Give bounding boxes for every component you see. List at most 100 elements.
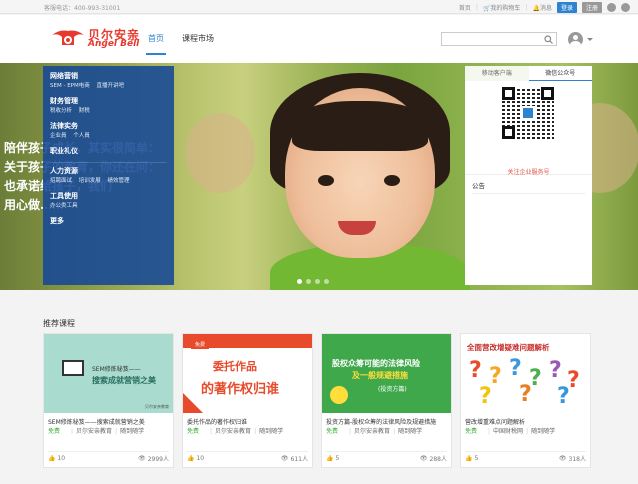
qr-code-icon xyxy=(502,87,554,139)
category-title[interactable]: 人力资源 xyxy=(50,166,167,177)
thumb-line: 委托作品 xyxy=(213,360,257,373)
category-subs: 税收分析 财税 xyxy=(50,107,167,116)
nav-course-market[interactable]: 课程市场 xyxy=(182,15,214,63)
thumb-free-tag: 免费 xyxy=(191,340,210,349)
course-card[interactable]: 全面营改增疑难问题解析 ? ? ? ? ? ? ? ? ? 营改增重难点问题解析… xyxy=(460,333,591,468)
category-title[interactable]: 法律实务 xyxy=(50,121,167,132)
bell-icon: 🔔 xyxy=(532,5,540,12)
course-stats: 👍 5 👁 318人 xyxy=(465,451,586,463)
category-group: 更多 xyxy=(50,216,167,227)
section-title: 推荐课程 xyxy=(43,319,75,328)
divider xyxy=(50,162,167,163)
question-mark-icon: ? xyxy=(509,356,522,381)
category-group: 法律实务 企业員 个人員 xyxy=(50,121,167,141)
learners-count-wrap: 👁 611人 xyxy=(281,454,308,463)
course-provider: 贝尔安亲教育 xyxy=(215,428,252,435)
wechat-icon[interactable] xyxy=(621,3,630,12)
course-card[interactable]: 股权众筹可能的法律风险 及一般规避措施 (投资方篇) 投资方篇-股权众筹的法律风… xyxy=(321,333,452,468)
cart-link[interactable]: 🛒我的购物车 xyxy=(483,3,521,12)
category-subs: 企业員 个人員 xyxy=(50,132,167,141)
login-button[interactable]: 登录 xyxy=(556,2,577,13)
category-group: 网络营销 SEM - EPM电商 直播开讲吧 xyxy=(50,71,167,91)
right-info-panel: 移动客户端 微信公众号 关注企业服务号 公告 xyxy=(465,66,592,285)
course-title[interactable]: 投资方篇-股权众筹的法律风险及规避措施 xyxy=(322,418,451,427)
topbar-home-link[interactable]: 首页 xyxy=(459,3,471,12)
question-mark-icon: ? xyxy=(557,384,570,409)
learners-count: 318人 xyxy=(568,456,586,463)
carousel-dot[interactable] xyxy=(306,279,311,284)
category-more[interactable]: 更多 xyxy=(50,216,167,227)
tab-mobile-client[interactable]: 移动客户端 xyxy=(465,66,529,81)
course-mode: 随到随学 xyxy=(120,428,145,435)
messages-link[interactable]: 🔔消息 xyxy=(532,3,552,12)
likes-count: 5 xyxy=(335,455,340,462)
thumbs-up-icon: 👍 xyxy=(48,455,56,462)
course-list: SEM修炼秘笈—— 搜索成就营销之美 贝尔安亲教育 SEM修炼秘笈——搜索成就营… xyxy=(43,333,591,468)
category-sub-item[interactable]: SEM - EPM电商 xyxy=(50,83,90,89)
search-input[interactable] xyxy=(442,33,542,45)
thumb-line: 搜索成就营销之美 xyxy=(92,376,156,385)
learners-count-wrap: 👁 318人 xyxy=(559,454,586,463)
carousel-dot[interactable] xyxy=(315,279,320,284)
thumbs-up-icon: 👍 xyxy=(326,455,334,462)
site-logo[interactable]: 贝尔安亲 Angel Bell xyxy=(50,25,150,51)
cart-label: 我的购物车 xyxy=(490,5,521,12)
course-card[interactable]: 免费 委托作品 的著作权归谁 委托作品的著作权归谁 免费 | 贝尔安亲教育 | 随到随学… xyxy=(182,333,313,468)
tab-wechat-account[interactable]: 微信公众号 xyxy=(528,66,592,81)
course-title[interactable]: 委托作品的著作权归谁 xyxy=(183,418,312,427)
category-subs: SEM - EPM电商 直播开讲吧 xyxy=(50,82,167,91)
weibo-icon[interactable] xyxy=(607,3,616,12)
category-group: 工具使用 办公类工具 xyxy=(50,191,167,211)
search-box xyxy=(441,32,557,46)
course-thumbnail[interactable]: 股权众筹可能的法律风险 及一般规避措施 (投资方篇) xyxy=(322,334,451,413)
category-title[interactable]: 工具使用 xyxy=(50,191,167,202)
category-title[interactable]: 网络营销 xyxy=(50,71,167,82)
course-card[interactable]: SEM修炼秘笈—— 搜索成就营销之美 贝尔安亲教育 SEM修炼秘笈——搜索成就营… xyxy=(43,333,174,468)
search-icon[interactable] xyxy=(544,35,553,44)
qr-tabs: 移动客户端 微信公众号 xyxy=(465,66,592,81)
carousel-dot[interactable] xyxy=(324,279,329,284)
nav-home[interactable]: 首页 xyxy=(146,15,166,63)
chevron-down-icon[interactable] xyxy=(587,38,593,41)
carousel-dot[interactable] xyxy=(297,279,302,284)
messages-label: 消息 xyxy=(539,5,552,12)
category-title[interactable]: 财务管理 xyxy=(50,96,167,107)
thumb-line: 全面营改增疑难问题解析 xyxy=(467,343,550,352)
learners-count: 2999人 xyxy=(147,456,169,463)
category-sub-item[interactable]: 企业員 xyxy=(50,133,67,139)
eye-icon: 👁 xyxy=(419,455,428,462)
qr-caption: 关注企业服务号 xyxy=(507,169,550,176)
course-thumbnail[interactable]: 免费 委托作品 的著作权归谁 xyxy=(183,334,312,413)
category-sub-item[interactable]: 培训发展 xyxy=(79,178,101,184)
course-thumbnail[interactable]: SEM修炼秘笈—— 搜索成就营销之美 贝尔安亲教育 xyxy=(44,334,173,413)
category-sub-item[interactable]: 直播开讲吧 xyxy=(96,83,124,89)
banner-child-fringe xyxy=(292,101,428,151)
category-title[interactable]: 职业礼仪 xyxy=(50,146,167,157)
divider: | xyxy=(115,428,118,435)
category-sub-item[interactable]: 税收分析 xyxy=(50,108,72,114)
user-avatar[interactable] xyxy=(568,32,583,47)
thumb-publisher: 贝尔安亲教育 xyxy=(145,404,169,409)
category-group: 职业礼仪 xyxy=(50,146,167,157)
course-stats: 👍 10 👁 2999人 xyxy=(48,451,169,463)
course-thumbnail[interactable]: 全面营改增疑难问题解析 ? ? ? ? ? ? ? ? ? xyxy=(461,334,590,413)
category-sub-item[interactable]: 绩效管理 xyxy=(108,178,130,184)
divider: | xyxy=(254,428,257,435)
learners-count-wrap: 👁 288人 xyxy=(420,454,447,463)
course-mode: 随到随学 xyxy=(398,428,423,435)
divider: | xyxy=(393,428,396,435)
course-title[interactable]: SEM修炼秘笈——搜索成就营销之美 xyxy=(44,418,173,427)
category-sub-item[interactable]: 办公类工具 xyxy=(50,203,78,209)
notice-title: 公告 xyxy=(472,180,585,194)
chart-board-icon xyxy=(62,360,84,376)
course-meta: 免费 | 贝尔安亲教育 | 随到随学 xyxy=(44,427,173,436)
course-mode: 随到随学 xyxy=(259,428,284,435)
register-button[interactable]: 注册 xyxy=(581,2,602,13)
category-sub-item[interactable]: 财税 xyxy=(79,108,90,114)
topbar-links: 首页 | 🛒我的购物车 | 🔔消息 登录 注册 xyxy=(459,2,630,13)
category-sub-item[interactable]: 招聘面试 xyxy=(50,178,72,184)
course-title[interactable]: 营改增重难点问题解析 xyxy=(461,418,590,427)
course-meta: 免费 | 贝尔安亲教育 | 随到随学 xyxy=(322,427,451,436)
category-sub-item[interactable]: 个人員 xyxy=(73,133,90,139)
banner-child-eye xyxy=(318,175,334,186)
